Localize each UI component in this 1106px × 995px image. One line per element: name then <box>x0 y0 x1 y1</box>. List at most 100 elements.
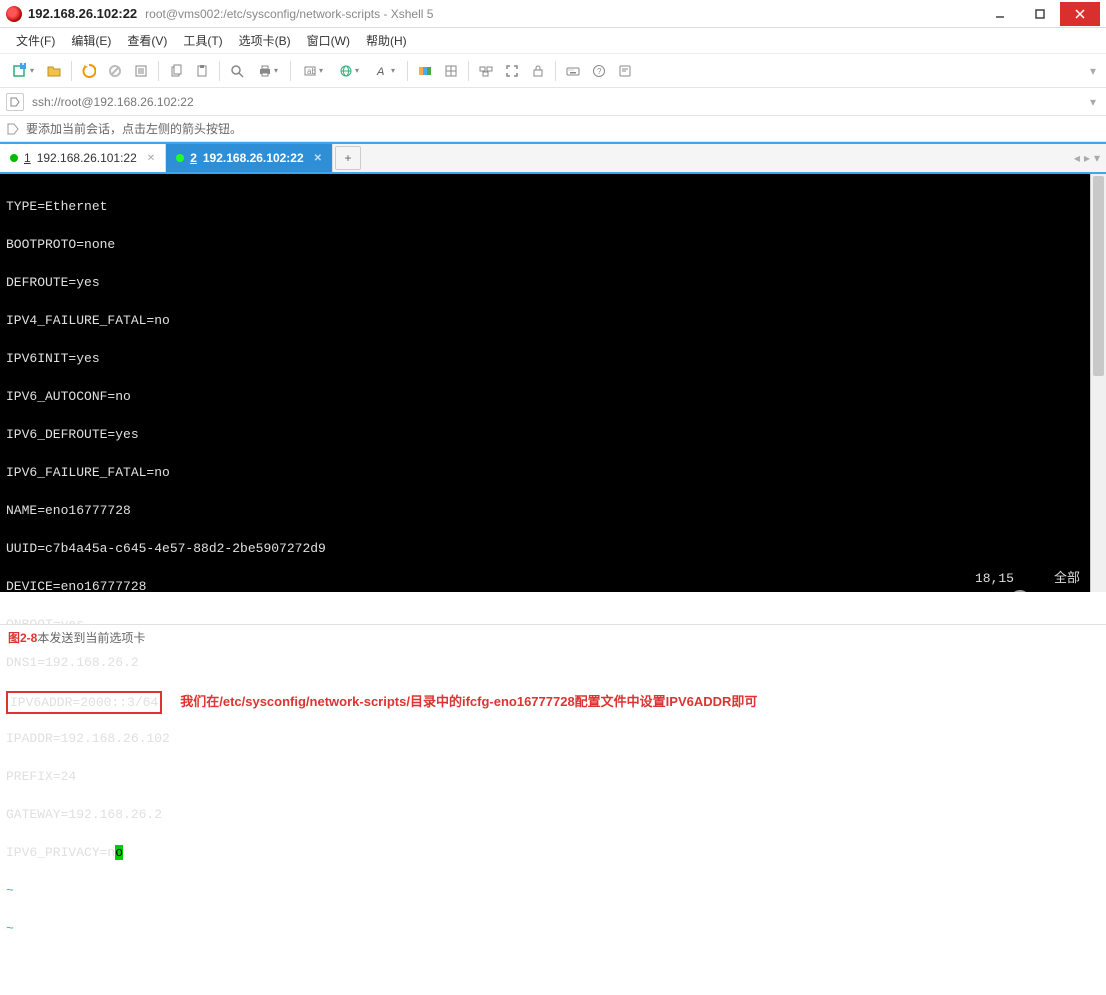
tab-list-button[interactable]: ▾ <box>1094 151 1100 165</box>
hint-text: 要添加当前会话，点击左侧的箭头按钮。 <box>26 120 242 137</box>
toolbar-separator <box>219 61 220 81</box>
encoding-button[interactable]: ab ▾ <box>296 59 330 83</box>
window-controls <box>980 2 1100 26</box>
paste-button[interactable] <box>190 59 214 83</box>
chevron-down-icon: ▾ <box>391 66 395 75</box>
open-button[interactable] <box>42 59 66 83</box>
vim-tilde: ~ <box>6 919 1084 938</box>
svg-text:ab: ab <box>307 67 316 76</box>
disconnect-button[interactable] <box>103 59 127 83</box>
tab-number: 1 <box>24 151 31 165</box>
terminal-line: IPV6INIT=yes <box>6 349 1084 368</box>
scrollbar[interactable] <box>1090 174 1106 592</box>
tab-close-icon[interactable]: ✕ <box>314 153 322 164</box>
app-icon <box>6 6 22 22</box>
tab-next-button[interactable]: ▸ <box>1084 151 1090 165</box>
status-dot-icon <box>10 154 18 162</box>
terminal-line: IPV4_FAILURE_FATAL=no <box>6 311 1084 330</box>
window-subtitle: root@vms002:/etc/sysconfig/network-scrip… <box>145 7 433 21</box>
help-button[interactable]: ? <box>587 59 611 83</box>
language-button[interactable]: ▾ <box>332 59 366 83</box>
print-button[interactable]: ▾ <box>251 59 285 83</box>
terminal-line: DEVICE=eno16777728 <box>6 577 1084 596</box>
color-scheme-button[interactable] <box>413 59 437 83</box>
menu-help[interactable]: 帮助(H) <box>358 29 415 52</box>
toolbar-separator <box>468 61 469 81</box>
minimize-button[interactable] <box>980 2 1020 26</box>
terminal-line: NAME=eno16777728 <box>6 501 1084 520</box>
layout-button[interactable] <box>439 59 463 83</box>
menu-file[interactable]: 文件(F) <box>8 29 63 52</box>
tab-close-icon[interactable]: ✕ <box>147 153 155 164</box>
terminal-line: IPADDR=192.168.26.102 <box>6 729 1084 748</box>
reconnect-button[interactable] <box>77 59 101 83</box>
status-dot-icon <box>176 154 184 162</box>
hint-bar: 要添加当前会话，点击左侧的箭头按钮。 <box>0 116 1106 142</box>
status-bar: 图2-8 本发送到当前选项卡 <box>0 624 1106 650</box>
toolbar-separator <box>555 61 556 81</box>
watermark-icon <box>1010 590 1030 610</box>
toolbar-separator <box>158 61 159 81</box>
close-button[interactable] <box>1060 2 1100 26</box>
toolbar-separator <box>407 61 408 81</box>
new-session-button[interactable]: ▾ <box>6 59 40 83</box>
keyboard-button[interactable] <box>561 59 585 83</box>
watermark: 创新互联 <box>1010 590 1090 610</box>
terminal-line: DNS1=192.168.26.2 <box>6 653 1084 672</box>
chevron-down-icon: ▾ <box>319 66 323 75</box>
tab-prev-button[interactable]: ◂ <box>1074 151 1080 165</box>
arrow-icon[interactable] <box>6 122 20 136</box>
cursor-line-prefix: IPV6_PRIVACY=n <box>6 845 115 860</box>
copy-button[interactable] <box>164 59 188 83</box>
session-tab-2[interactable]: 2 192.168.26.102:22 ✕ <box>166 144 333 172</box>
toolbar-separator <box>290 61 291 81</box>
font-button[interactable]: A ▾ <box>368 59 402 83</box>
figure-label: 图2-8 <box>8 629 37 646</box>
terminal-cursor: o <box>115 845 123 860</box>
chevron-down-icon: ▾ <box>30 66 34 75</box>
menu-edit[interactable]: 编辑(E) <box>63 29 119 52</box>
properties-button[interactable] <box>129 59 153 83</box>
cursor-position: 18,15 <box>975 569 1014 588</box>
script-button[interactable] <box>613 59 637 83</box>
go-button[interactable] <box>6 93 24 111</box>
terminal[interactable]: TYPE=Ethernet BOOTPROTO=none DEFROUTE=ye… <box>0 174 1090 592</box>
terminal-line: BOOTPROTO=none <box>6 235 1084 254</box>
toolbar-overflow[interactable]: ▾ <box>1086 64 1100 78</box>
terminal-line: PREFIX=24 <box>6 767 1084 786</box>
menu-window[interactable]: 窗口(W) <box>299 29 358 52</box>
terminal-line: IPV6_FAILURE_FATAL=no <box>6 463 1084 482</box>
find-button[interactable] <box>225 59 249 83</box>
menubar: 文件(F) 编辑(E) 查看(V) 工具(T) 选项卡(B) 窗口(W) 帮助(… <box>0 28 1106 54</box>
terminal-highlight-line: IPV6ADDR=2000::3/64我们在/etc/sysconfig/net… <box>6 691 1084 710</box>
fullscreen-button[interactable] <box>500 59 524 83</box>
address-input[interactable]: ssh://root@192.168.26.102:22 <box>28 93 1082 111</box>
menu-view[interactable]: 查看(V) <box>119 29 175 52</box>
terminal-line: TYPE=Ethernet <box>6 197 1084 216</box>
toolbar: ▾ ▾ ab ▾ ▾ A ▾ <box>0 54 1106 88</box>
lock-button[interactable] <box>526 59 550 83</box>
terminal-area: TYPE=Ethernet BOOTPROTO=none DEFROUTE=ye… <box>0 174 1106 592</box>
terminal-line: GATEWAY=192.168.26.2 <box>6 805 1084 824</box>
new-tab-button[interactable]: + <box>335 146 361 170</box>
tab-label: 192.168.26.102:22 <box>203 151 304 165</box>
menu-tabs[interactable]: 选项卡(B) <box>231 29 299 52</box>
scrollbar-thumb[interactable] <box>1093 176 1104 376</box>
terminal-line: DEFROUTE=yes <box>6 273 1084 292</box>
scroll-status: 全部 <box>1054 569 1080 588</box>
svg-text:A: A <box>376 66 384 78</box>
terminal-line: IPV6_AUTOCONF=no <box>6 387 1084 406</box>
addrbar-overflow[interactable]: ▾ <box>1086 95 1100 109</box>
toolbar-separator <box>71 61 72 81</box>
tab-number: 2 <box>190 151 197 165</box>
maximize-button[interactable] <box>1020 2 1060 26</box>
menu-tools[interactable]: 工具(T) <box>175 29 230 52</box>
broadcast-button[interactable] <box>474 59 498 83</box>
titlebar: 192.168.26.102:22 root@vms002:/etc/sysco… <box>0 0 1106 28</box>
session-tab-1[interactable]: 1 192.168.26.101:22 ✕ <box>0 144 166 172</box>
svg-text:?: ? <box>597 67 602 76</box>
chevron-down-icon: ▾ <box>355 66 359 75</box>
tab-nav: ◂ ▸ ▾ <box>1068 144 1106 172</box>
terminal-line: UUID=c7b4a45a-c645-4e57-88d2-2be5907272d… <box>6 539 1084 558</box>
watermark-text: 创新互联 <box>1034 590 1090 610</box>
